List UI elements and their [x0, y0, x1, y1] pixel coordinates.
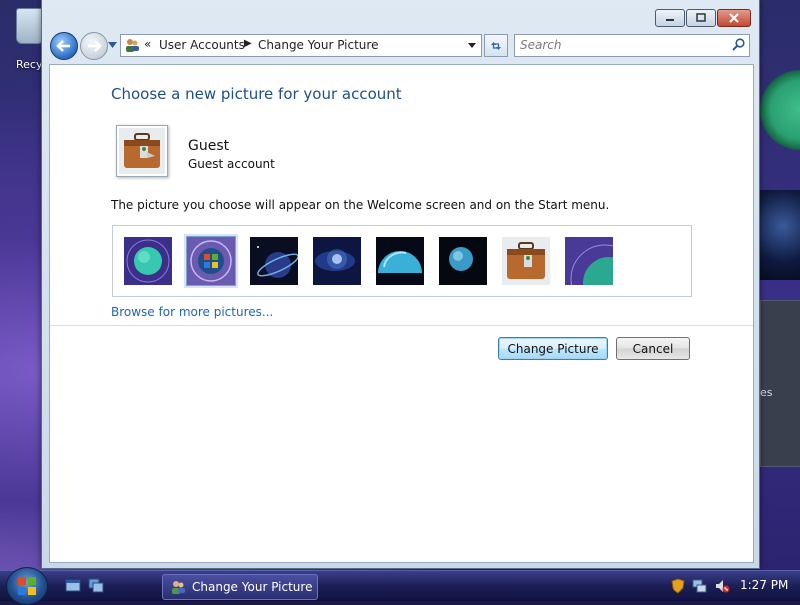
dome-icon	[376, 237, 424, 285]
security-shield-icon[interactable]	[670, 578, 686, 594]
feed-gadget[interactable]	[760, 300, 800, 467]
forward-arrow-icon	[88, 40, 102, 52]
change-picture-window: « User Accounts ▶ Change Your Picture Se…	[41, 0, 760, 569]
picture-purple-arc[interactable]	[565, 237, 613, 285]
user-name: Guest	[188, 138, 230, 154]
search-box[interactable]: Search	[514, 34, 750, 57]
show-desktop-icon[interactable]	[65, 578, 81, 594]
system-clock[interactable]: 1:27 PM	[740, 578, 788, 592]
minimize-button[interactable]	[655, 9, 685, 27]
orb-icon	[439, 237, 487, 285]
volume-muted-icon[interactable]	[714, 578, 730, 594]
picture-windows-logo[interactable]	[186, 236, 236, 286]
divider	[50, 325, 753, 326]
taskbar-item-label: Change Your Picture	[192, 580, 313, 594]
arc-icon	[565, 237, 613, 285]
forward-button[interactable]	[80, 32, 108, 60]
window-controls	[655, 9, 751, 27]
teal-planet-icon	[124, 237, 172, 285]
close-button[interactable]	[717, 9, 751, 27]
windows-logo-icon	[187, 237, 235, 285]
switch-windows-icon[interactable]	[88, 578, 104, 594]
picture-ringed-planet[interactable]	[250, 237, 298, 285]
current-user-picture	[116, 125, 168, 177]
picture-list	[112, 225, 692, 297]
breadcrumb-separator-icon[interactable]: ▶	[244, 38, 252, 49]
picture-teal-planet[interactable]	[124, 237, 172, 285]
user-account-type: Guest account	[188, 157, 275, 171]
suitcase-icon	[119, 128, 165, 174]
recent-pages-dropdown-icon[interactable]	[108, 42, 117, 48]
navigation-bar: « User Accounts ▶ Change Your Picture Se…	[42, 30, 759, 60]
refresh-icon	[491, 41, 501, 50]
taskbar-item-change-your-picture[interactable]: Change Your Picture	[162, 574, 318, 600]
picture-teal-dome[interactable]	[376, 237, 424, 285]
breadcrumb-change-your-picture[interactable]: Change Your Picture	[258, 38, 378, 52]
content-pane: Choose a new picture for your account Gu…	[49, 64, 754, 563]
breadcrumb-overflow[interactable]: «	[144, 37, 151, 51]
windows-logo-icon	[18, 577, 36, 595]
picture-dark-orb[interactable]	[439, 237, 487, 285]
clock-gadget[interactable]	[758, 60, 800, 160]
back-arrow-icon	[56, 40, 70, 52]
slideshow-gadget[interactable]	[758, 190, 800, 280]
maximize-icon	[696, 13, 706, 22]
page-title: Choose a new picture for your account	[111, 85, 402, 103]
ringed-planet-icon	[250, 237, 298, 285]
address-dropdown-button[interactable]	[463, 35, 481, 56]
chevron-down-icon	[468, 43, 476, 48]
user-accounts-icon	[126, 39, 139, 52]
maximize-button[interactable]	[686, 9, 716, 27]
recycle-bin-icon	[16, 8, 44, 44]
close-icon	[729, 13, 739, 23]
back-button[interactable]	[50, 32, 78, 60]
network-icon[interactable]	[691, 578, 707, 594]
nebula-icon	[313, 237, 361, 285]
suitcase-icon	[502, 237, 550, 285]
picture-suitcase[interactable]	[502, 237, 550, 285]
breadcrumb-user-accounts[interactable]: User Accounts	[159, 38, 245, 52]
address-bar[interactable]: « User Accounts ▶ Change Your Picture	[120, 34, 482, 57]
feed-gadget-text: es	[760, 386, 773, 399]
picture-description: The picture you choose will appear on th…	[111, 198, 610, 212]
picture-blue-nebula[interactable]	[313, 237, 361, 285]
cancel-button[interactable]: Cancel	[616, 337, 690, 360]
recycle-bin[interactable]: Recyc	[8, 6, 49, 71]
user-accounts-icon	[172, 581, 185, 594]
browse-more-pictures-link[interactable]: Browse for more pictures...	[111, 305, 273, 319]
minimize-icon	[666, 19, 674, 21]
change-picture-button[interactable]: Change Picture	[498, 337, 608, 360]
search-placeholder: Search	[520, 38, 562, 52]
start-button[interactable]	[6, 567, 48, 605]
refresh-button[interactable]	[484, 34, 508, 57]
search-icon[interactable]	[732, 38, 745, 51]
taskbar: Change Your Picture 1:27 PM	[0, 567, 800, 605]
